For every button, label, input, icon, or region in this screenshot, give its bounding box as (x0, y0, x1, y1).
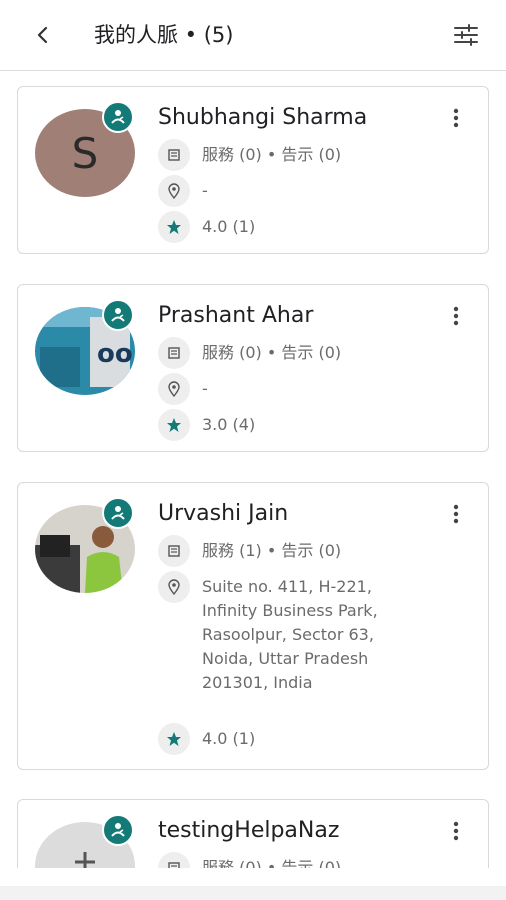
rating-text: 4.0 (1) (202, 729, 256, 748)
services-row: 服務 (0) • 告示 (0) (158, 852, 341, 868)
rating-row: 4.0 (1) (158, 723, 255, 755)
person-handshake-icon (111, 506, 125, 520)
contacts-list[interactable]: S Shubhangi Sharma 服務 (0) • 告示 (0) - 4.0… (0, 72, 506, 868)
rating-row: 3.0 (4) (158, 409, 255, 441)
location-pin-icon (158, 175, 190, 207)
services-icon (158, 852, 190, 868)
contact-card[interactable]: Urvashi Jain 服務 (1) • 告示 (0) Suite no. 4… (17, 482, 489, 770)
chevron-left-icon (37, 26, 48, 44)
contact-name[interactable]: Shubhangi Sharma (158, 103, 367, 133)
contact-card[interactable]: testingHelpaNaz 服務 (0) • 告示 (0) (17, 799, 489, 868)
services-text: 服務 (0) • 告示 (0) (202, 858, 342, 868)
more-vert-icon (453, 821, 459, 841)
contact-name[interactable]: Prashant Ahar (158, 301, 313, 331)
filter-button[interactable] (450, 20, 482, 50)
app-header: 我的人脈 • (5) (0, 0, 506, 71)
contact-badge (102, 814, 134, 846)
location-row: Suite no. 411, H-221, Infinity Business … (158, 571, 378, 695)
back-button[interactable] (28, 20, 58, 50)
location-text: - (202, 181, 208, 200)
bottom-bar (0, 886, 506, 900)
svg-text:oo: oo (97, 339, 133, 369)
star-icon (158, 723, 190, 755)
services-row: 服務 (1) • 告示 (0) (158, 535, 341, 567)
contact-card[interactable]: S Shubhangi Sharma 服務 (0) • 告示 (0) - 4.0… (17, 86, 489, 254)
location-text: - (202, 379, 208, 398)
location-pin-icon (158, 373, 190, 405)
contact-badge (102, 101, 134, 133)
more-vert-icon (453, 504, 459, 524)
page-title: 我的人脈 • (5) (94, 23, 234, 47)
services-row: 服務 (0) • 告示 (0) (158, 337, 341, 369)
sliders-icon (454, 24, 478, 46)
services-text: 服務 (0) • 告示 (0) (202, 145, 342, 164)
more-options-button[interactable] (444, 499, 468, 529)
star-icon (158, 211, 190, 243)
services-text: 服務 (1) • 告示 (0) (202, 541, 342, 560)
more-options-button[interactable] (444, 103, 468, 133)
services-icon (158, 337, 190, 369)
location-row: - (158, 175, 208, 207)
contact-badge (102, 299, 134, 331)
contact-name[interactable]: testingHelpaNaz (158, 816, 339, 846)
location-pin-icon (158, 571, 190, 603)
services-text: 服務 (0) • 告示 (0) (202, 343, 342, 362)
more-vert-icon (453, 306, 459, 326)
contact-name[interactable]: Urvashi Jain (158, 499, 288, 529)
person-handshake-icon (111, 308, 125, 322)
contact-badge (102, 497, 134, 529)
contact-card[interactable]: oo Prashant Ahar 服務 (0) • 告示 (0) - 3.0 (… (17, 284, 489, 452)
more-options-button[interactable] (444, 301, 468, 331)
person-handshake-icon (111, 110, 125, 124)
rating-row: 4.0 (1) (158, 211, 255, 243)
rating-text: 3.0 (4) (202, 415, 256, 434)
person-handshake-icon (111, 823, 125, 837)
location-row: - (158, 373, 208, 405)
star-icon (158, 409, 190, 441)
services-icon (158, 535, 190, 567)
more-vert-icon (453, 108, 459, 128)
rating-text: 4.0 (1) (202, 217, 256, 236)
location-text: Suite no. 411, H-221, Infinity Business … (202, 577, 378, 692)
more-options-button[interactable] (444, 816, 468, 846)
services-row: 服務 (0) • 告示 (0) (158, 139, 341, 171)
services-icon (158, 139, 190, 171)
